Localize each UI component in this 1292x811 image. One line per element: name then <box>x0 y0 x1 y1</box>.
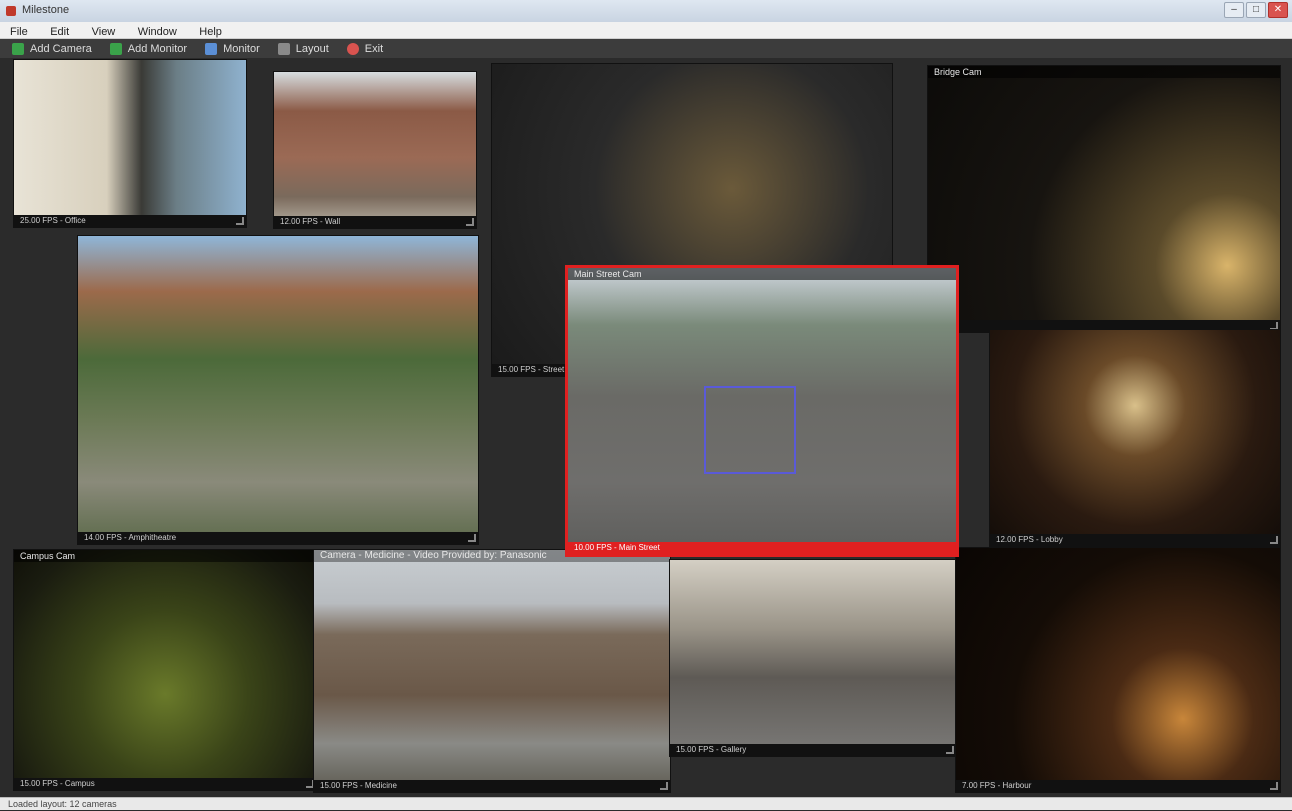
resize-grip-icon[interactable] <box>1270 322 1278 330</box>
camera-tile-campus[interactable]: Campus Cam 15.00 FPS - Campus <box>14 550 316 790</box>
layout-icon <box>277 42 290 55</box>
layout-button[interactable]: Layout <box>277 42 329 55</box>
menu-bar: File Edit View Window Help <box>0 22 1292 39</box>
resize-grip-icon[interactable] <box>466 218 474 226</box>
camera-tile-main-street-selected[interactable]: Main Street Cam 10.00 FPS - Main Street <box>568 268 956 554</box>
resize-grip-icon[interactable] <box>468 534 476 542</box>
exit-button[interactable]: Exit <box>346 42 384 55</box>
camera-caption: 10.00 FPS - Main Street <box>568 542 956 554</box>
camera-caption: 25.00 FPS - Office <box>14 215 246 227</box>
title-bar: Milestone – □ ✕ <box>0 0 1292 22</box>
add-camera-icon <box>12 42 24 55</box>
resize-grip-icon[interactable] <box>306 780 314 788</box>
camera-tile-wall[interactable]: 12.00 FPS - Wall <box>274 72 476 228</box>
camera-tile-office[interactable]: 25.00 FPS - Office <box>14 60 246 227</box>
add-monitor-button[interactable]: Add Monitor <box>109 42 188 55</box>
camera-tile-harbour[interactable]: 7.00 FPS - Harbour <box>956 548 1280 792</box>
camera-title: Campus Cam <box>14 550 316 562</box>
camera-tile-lobby[interactable]: 12.00 FPS - Lobby <box>990 330 1280 546</box>
menu-view[interactable]: View <box>92 26 116 38</box>
add-monitor-label: Add Monitor <box>127 42 188 55</box>
resize-grip-icon[interactable] <box>236 217 244 225</box>
camera-feed <box>670 560 956 756</box>
exit-icon <box>346 42 359 55</box>
resize-grip-icon[interactable] <box>946 746 954 754</box>
resize-grip-icon[interactable] <box>660 782 668 790</box>
monitor-button[interactable]: Monitor <box>205 42 260 55</box>
camera-tile-amphitheatre[interactable]: 14.00 FPS - Amphitheatre <box>78 236 478 544</box>
minimize-button[interactable]: – <box>1224 2 1244 18</box>
layout-label: Layout <box>295 42 329 55</box>
camera-caption: 14.00 FPS - Amphitheatre <box>78 532 478 544</box>
camera-caption: 15.00 FPS - Gallery <box>670 744 956 756</box>
camera-caption: 15.00 FPS - Campus <box>14 778 316 790</box>
camera-caption: 15.00 FPS - Medicine <box>314 780 670 792</box>
maximize-button[interactable]: □ <box>1246 2 1266 18</box>
camera-caption: 7.00 FPS - Harbour <box>956 780 1280 792</box>
add-camera-label: Add Camera <box>30 42 92 55</box>
close-button[interactable]: ✕ <box>1268 2 1288 18</box>
camera-feed <box>14 60 246 227</box>
status-bar: Loaded layout: 12 cameras <box>0 797 1292 810</box>
resize-grip-icon[interactable] <box>1270 536 1278 544</box>
toolbar: Add Camera Add Monitor Monitor Layout Ex… <box>0 39 1292 58</box>
menu-file[interactable]: File <box>10 26 28 38</box>
camera-feed <box>274 72 476 228</box>
camera-feed <box>14 550 316 790</box>
camera-feed <box>990 330 1280 546</box>
vehicle-detection-box <box>704 386 796 474</box>
add-camera-button[interactable]: Add Camera <box>12 42 92 55</box>
menu-window[interactable]: Window <box>138 26 177 38</box>
exit-label: Exit <box>364 42 384 55</box>
resize-grip-icon[interactable] <box>1270 782 1278 790</box>
camera-feed <box>78 236 478 544</box>
menu-help[interactable]: Help <box>199 26 222 38</box>
window-title: Milestone <box>22 4 70 16</box>
menu-edit[interactable]: Edit <box>50 26 69 38</box>
camera-caption: 12.00 FPS - Wall <box>274 216 476 228</box>
camera-tile-bridge[interactable]: Bridge Cam Bridge <box>928 66 1280 332</box>
camera-caption: 12.00 FPS - Lobby <box>990 534 1280 546</box>
camera-title: Bridge Cam <box>928 66 1280 78</box>
camera-tile-medicine[interactable]: Camera - Medicine - Video Provided by: P… <box>314 550 670 792</box>
camera-feed <box>928 66 1280 332</box>
app-icon <box>6 6 16 16</box>
camera-feed <box>956 548 1280 792</box>
camera-feed <box>314 550 670 792</box>
add-monitor-icon <box>109 42 122 55</box>
camera-title: Main Street Cam <box>568 268 956 280</box>
monitor-icon <box>205 42 218 55</box>
monitor-label: Monitor <box>223 42 260 55</box>
camera-tile-gallery[interactable]: 15.00 FPS - Gallery <box>670 560 956 756</box>
